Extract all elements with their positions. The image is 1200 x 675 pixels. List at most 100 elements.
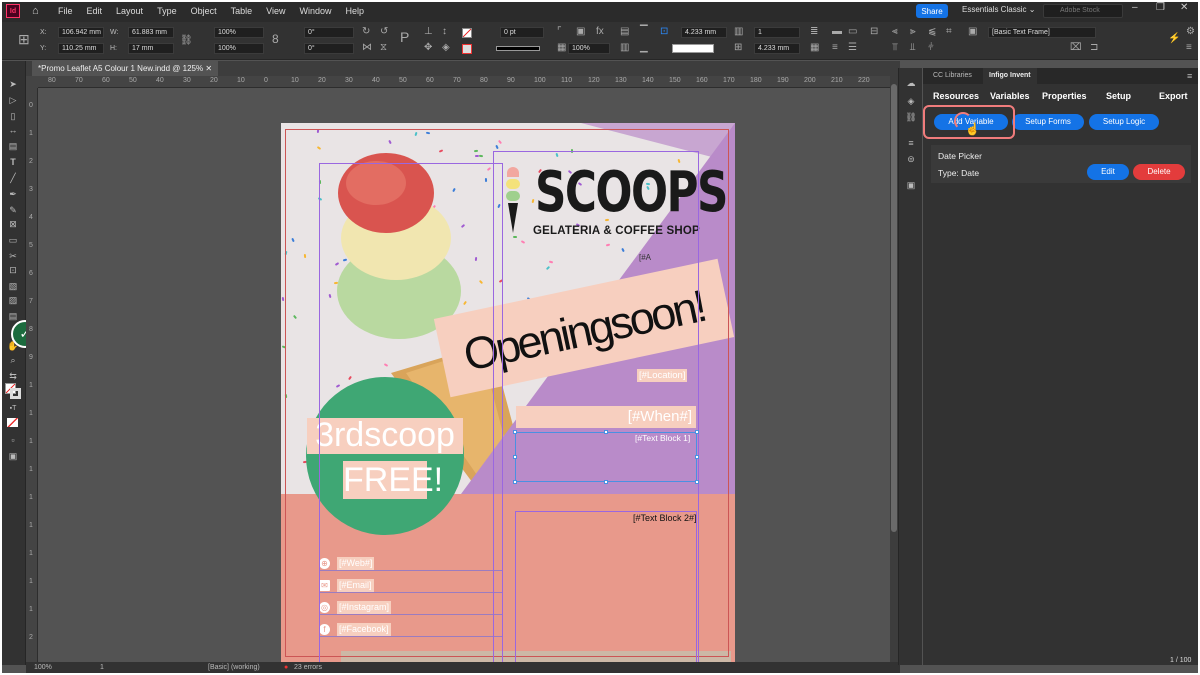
panel-settings-icon[interactable]: ⚙ xyxy=(1186,27,1195,37)
nav-resources[interactable]: Resources xyxy=(933,91,979,101)
fit-frame-icon[interactable]: ⊡ xyxy=(660,27,668,37)
line-tool-icon[interactable]: ╱ xyxy=(7,173,19,183)
align-left-icon[interactable]: ⫷ xyxy=(892,27,898,37)
setup-logic-button[interactable]: Setup Logic xyxy=(1089,114,1159,130)
tab-cc-libraries[interactable]: CC Libraries xyxy=(927,68,978,84)
selection-handle[interactable] xyxy=(513,430,517,434)
document-tab[interactable]: *Promo Leaflet A5 Colour 1 New.indd @ 12… xyxy=(32,61,219,76)
infigo-panel-icon[interactable]: ▣ xyxy=(905,180,917,190)
publish-icon[interactable]: ⚡ xyxy=(1168,34,1180,44)
stroke-color-icon[interactable] xyxy=(10,388,21,399)
type-tool-icon[interactable]: T xyxy=(7,157,19,167)
scale-x-field[interactable]: 100% xyxy=(214,27,264,38)
free-transform-tool-icon[interactable]: ⊡ xyxy=(7,265,19,275)
select-previous-icon[interactable]: ◈ xyxy=(442,43,450,53)
distribute-spacing-icon[interactable]: ☰ xyxy=(848,43,857,53)
formatting-container-icon[interactable]: ▪T xyxy=(7,404,19,414)
screen-mode-icon[interactable]: ▫ xyxy=(7,435,19,445)
vertical-scrollbar[interactable] xyxy=(890,76,898,662)
nav-setup[interactable]: Setup xyxy=(1106,91,1131,101)
y-field[interactable]: 110.25 mm xyxy=(58,43,104,54)
menu-window[interactable]: Window xyxy=(299,6,331,16)
ref-width-field[interactable]: 4.233 mm xyxy=(681,27,727,38)
rotate-ccw-icon[interactable]: ↺ xyxy=(380,27,388,37)
selected-text-frame[interactable] xyxy=(515,432,697,482)
close-icon[interactable]: ✕ xyxy=(1180,2,1188,13)
select-content-icon[interactable]: ✥ xyxy=(424,43,432,53)
restore-icon[interactable]: ❐ xyxy=(1156,2,1165,13)
align-objects-icon[interactable]: ⊟ xyxy=(870,27,878,37)
selection-handle[interactable] xyxy=(604,430,608,434)
clear-overrides-icon[interactable]: ⌧ xyxy=(1070,43,1082,53)
rotate-cw-icon[interactable]: ↻ xyxy=(362,27,370,37)
page-tool-icon[interactable]: ▯ xyxy=(7,111,19,121)
links-icon[interactable]: ⛓ xyxy=(905,112,917,122)
vertical-ruler[interactable]: 0 1 2 3 4 5 6 7 8 9 1 1 1 1 1 1 1 1 1 2 xyxy=(26,88,38,662)
preflight-profile[interactable]: [Basic] (working) xyxy=(208,664,260,671)
align-hcenter-icon[interactable]: ⫸ xyxy=(910,27,916,37)
shear-angle-field[interactable]: 0° xyxy=(304,43,354,54)
opacity-field[interactable]: 100% xyxy=(568,43,610,54)
pencil-tool-icon[interactable]: ✎ xyxy=(7,205,19,215)
menu-help[interactable]: Help xyxy=(345,6,364,16)
stroke-swatch-icon[interactable] xyxy=(462,44,472,54)
preflight-errors[interactable]: 23 errors xyxy=(294,664,322,671)
columns-field[interactable]: 1 xyxy=(754,27,800,38)
selection-handle[interactable] xyxy=(513,480,517,484)
constrain-link-icon[interactable]: ⛓ xyxy=(180,36,193,46)
select-container-icon[interactable]: ⊥ xyxy=(424,27,433,37)
align-left-edges-icon[interactable]: ▬ xyxy=(832,27,842,37)
content-collector-icon[interactable]: ▤ xyxy=(7,141,19,151)
text-frame-options-icon[interactable]: ▤ xyxy=(620,27,629,37)
gap-tool-icon[interactable]: ↔ xyxy=(7,125,19,135)
home-icon[interactable]: ⌂ xyxy=(32,5,44,17)
w-field[interactable]: 61.883 mm xyxy=(128,27,174,38)
align-center-icon[interactable]: ▭ xyxy=(848,27,857,37)
minimize-icon[interactable]: – xyxy=(1132,2,1138,13)
edit-variable-button[interactable]: Edit xyxy=(1087,164,1129,180)
flip-vertical-icon[interactable]: ⧖ xyxy=(380,43,387,53)
leaflet-page[interactable]: SCOOPS GELATERIA & COFFEE SHOP [#A Openi… xyxy=(281,123,735,662)
align-right-icon[interactable]: ⫹ xyxy=(928,27,936,37)
direct-selection-tool-icon[interactable]: ▷ xyxy=(7,95,19,105)
document-canvas[interactable]: SCOOPS GELATERIA & COFFEE SHOP [#A Openi… xyxy=(38,88,890,662)
zoom-level[interactable]: 100% xyxy=(34,664,52,671)
ruler-origin[interactable] xyxy=(26,76,38,88)
stroke-icon[interactable]: ≡ xyxy=(905,138,917,148)
select-next-icon[interactable]: ↕ xyxy=(442,27,447,37)
panel-menu-icon[interactable]: ≡ xyxy=(1186,43,1192,53)
apply-none-icon[interactable] xyxy=(7,418,18,427)
zoom-tool-icon[interactable]: ⌕ xyxy=(7,355,19,365)
panel-menu-icon[interactable]: ≡ xyxy=(1187,71,1192,81)
align-vcenter-icon[interactable]: ⫫ xyxy=(910,43,916,53)
adobe-stock-search[interactable]: Adobe Stock xyxy=(1043,4,1123,18)
drop-shadow-icon[interactable]: ▣ xyxy=(576,27,585,37)
swatch-preview[interactable] xyxy=(672,44,714,53)
object-style-field[interactable]: [Basic Text Frame] xyxy=(988,27,1096,38)
selection-handle[interactable] xyxy=(695,430,699,434)
auto-fit-icon[interactable]: ▥ xyxy=(620,43,629,53)
layers-icon[interactable]: ◈ xyxy=(905,96,917,106)
align-bottom-icon[interactable]: ▁ xyxy=(640,43,648,53)
menu-type[interactable]: Type xyxy=(157,6,177,16)
rectangle-frame-tool-icon[interactable]: ⊠ xyxy=(7,219,19,229)
variable-card[interactable]: Date Picker Type: Date Edit Delete xyxy=(931,145,1191,183)
stroke-weight-field[interactable]: 0 pt xyxy=(500,27,544,38)
vertical-justify-icon[interactable]: ≣ xyxy=(810,27,818,37)
scissors-tool-icon[interactable]: ✂ xyxy=(7,251,19,261)
selection-handle[interactable] xyxy=(695,455,699,459)
rectangle-tool-icon[interactable]: ▭ xyxy=(7,235,19,245)
selection-tool-icon[interactable]: ➤ xyxy=(7,79,19,89)
gradient-feather-tool-icon[interactable]: ▨ xyxy=(7,295,19,305)
gradient-tool-icon[interactable]: ▧ xyxy=(7,281,19,291)
setup-forms-button[interactable]: Setup Forms xyxy=(1012,114,1084,130)
menu-object[interactable]: Object xyxy=(191,6,217,16)
pen-tool-icon[interactable]: ✒ xyxy=(7,189,19,199)
selection-handle[interactable] xyxy=(513,455,517,459)
note-tool-icon[interactable]: ▤ xyxy=(7,311,19,321)
span-columns-icon[interactable]: ▦ xyxy=(810,43,819,53)
nav-variables[interactable]: Variables xyxy=(990,91,1030,101)
constrain-proportions-icon[interactable]: 8 xyxy=(272,33,279,45)
corner-options-icon[interactable]: ⌜ xyxy=(557,27,562,37)
preview-mode-icon[interactable]: ▣ xyxy=(7,451,19,461)
